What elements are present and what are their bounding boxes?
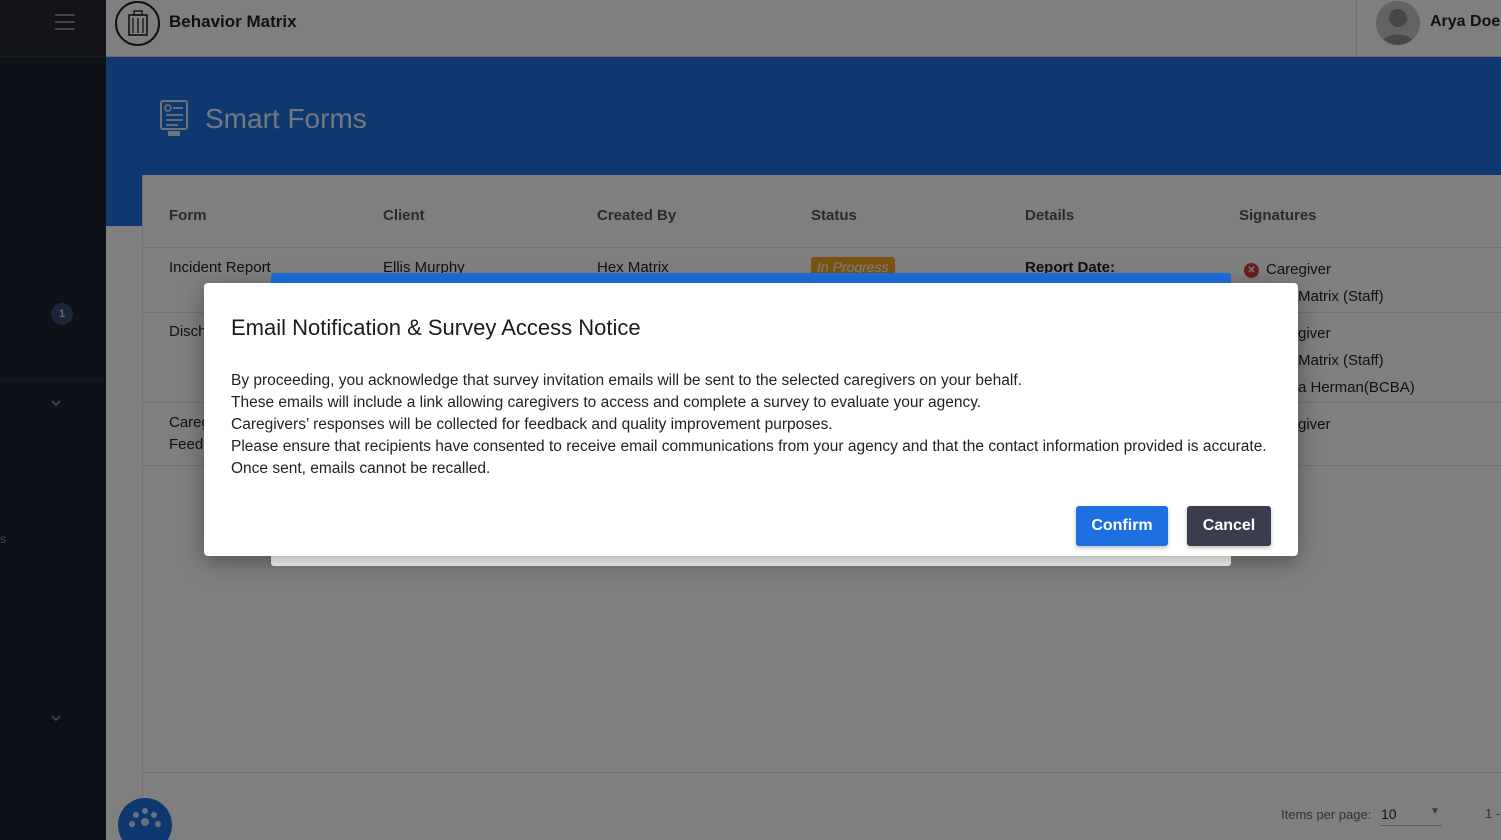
dialog-body-line: Once sent, emails cannot be recalled. <box>231 460 491 477</box>
email-notice-dialog: Email Notification & Survey Access Notic… <box>204 283 1298 556</box>
dialog-body-line: These emails will include a link allowin… <box>231 394 982 411</box>
dialog-body-line: Caregivers’ responses will be collected … <box>231 416 833 433</box>
cancel-button[interactable]: Cancel <box>1187 506 1271 546</box>
dialog-body-line: Please ensure that recipients have conse… <box>231 438 1267 455</box>
dialog-body: By proceeding, you acknowledge that surv… <box>231 370 1281 480</box>
confirm-button[interactable]: Confirm <box>1076 506 1168 546</box>
dialog-body-line: By proceeding, you acknowledge that surv… <box>231 372 1022 389</box>
dialog-title: Email Notification & Survey Access Notic… <box>231 315 641 340</box>
